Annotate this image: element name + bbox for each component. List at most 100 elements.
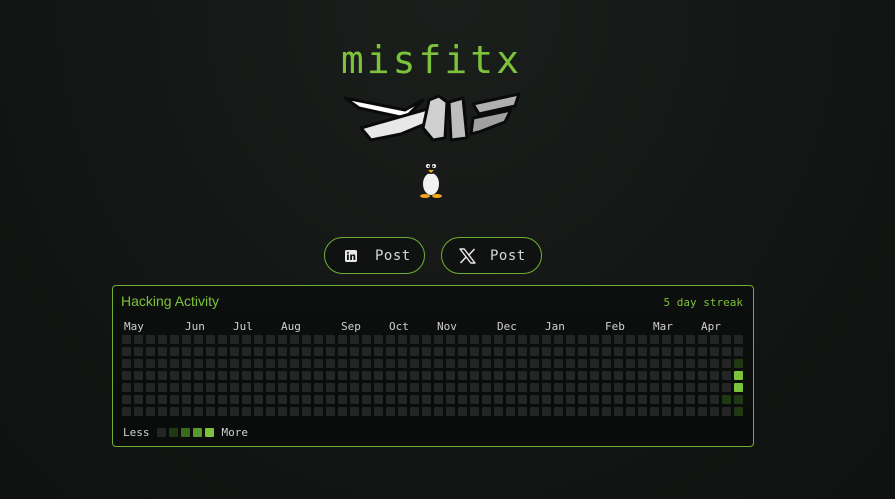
- activity-cell: [446, 359, 455, 368]
- activity-cell: [518, 347, 527, 356]
- activity-cell: [278, 335, 287, 344]
- activity-cell: [122, 383, 131, 392]
- activity-cell: [458, 371, 467, 380]
- activity-cell: [134, 407, 143, 416]
- activity-cell: [470, 371, 479, 380]
- activity-cell: [590, 407, 599, 416]
- activity-cell: [254, 347, 263, 356]
- activity-cell: [254, 371, 263, 380]
- activity-cell: [566, 383, 575, 392]
- activity-cell: [578, 383, 587, 392]
- legend-swatch: [156, 428, 166, 437]
- activity-cell: [290, 407, 299, 416]
- activity-cell: [578, 407, 587, 416]
- activity-cell: [374, 335, 383, 344]
- activity-cell: [566, 335, 575, 344]
- streak-counter: 5 day streak: [663, 296, 743, 309]
- month-label: Aug: [281, 320, 301, 333]
- activity-cell: [602, 359, 611, 368]
- activity-cell: [350, 395, 359, 404]
- activity-cell: [158, 359, 167, 368]
- activity-cell: [554, 407, 563, 416]
- activity-cell: [710, 383, 719, 392]
- month-label: Apr: [701, 320, 721, 333]
- activity-cell: [266, 335, 275, 344]
- activity-cell: [446, 407, 455, 416]
- activity-cell: [362, 335, 371, 344]
- activity-cell: [434, 371, 443, 380]
- activity-cell: [650, 347, 659, 356]
- activity-cell: [482, 335, 491, 344]
- activity-cell: [170, 395, 179, 404]
- activity-cell: [398, 335, 407, 344]
- activity-cell: [158, 383, 167, 392]
- activity-cell: [386, 359, 395, 368]
- activity-cell: [410, 383, 419, 392]
- activity-cell: [278, 395, 287, 404]
- activity-cell: [146, 335, 155, 344]
- activity-cell: [590, 359, 599, 368]
- activity-cell: [602, 395, 611, 404]
- activity-cell: [494, 359, 503, 368]
- activity-cell: [290, 335, 299, 344]
- activity-cell: [590, 371, 599, 380]
- activity-cell: [614, 383, 623, 392]
- activity-legend: Less More: [123, 426, 248, 439]
- activity-cell: [362, 347, 371, 356]
- activity-cell: [302, 359, 311, 368]
- activity-cell: [122, 407, 131, 416]
- activity-cell: [458, 407, 467, 416]
- activity-cell: [506, 383, 515, 392]
- activity-cell: [182, 335, 191, 344]
- linkedin-post-button[interactable]: Post: [324, 237, 425, 274]
- activity-cell: [542, 407, 551, 416]
- activity-cell: [542, 395, 551, 404]
- activity-cell: [650, 395, 659, 404]
- activity-cell: [458, 359, 467, 368]
- activity-cell: [734, 371, 743, 380]
- activity-cell: [290, 347, 299, 356]
- activity-cell: [194, 335, 203, 344]
- activity-cell: [218, 395, 227, 404]
- activity-cell: [566, 347, 575, 356]
- activity-cell: [530, 395, 539, 404]
- activity-cell: [410, 371, 419, 380]
- legend-swatch: [168, 428, 178, 437]
- activity-cell: [122, 371, 131, 380]
- month-label: Jun: [185, 320, 205, 333]
- activity-cell: [314, 371, 323, 380]
- activity-cell: [362, 395, 371, 404]
- activity-cell: [686, 395, 695, 404]
- activity-cell: [626, 383, 635, 392]
- activity-cell: [662, 407, 671, 416]
- activity-cell: [182, 395, 191, 404]
- activity-cell: [266, 395, 275, 404]
- activity-cell: [146, 383, 155, 392]
- activity-cell: [146, 407, 155, 416]
- activity-cell: [506, 407, 515, 416]
- activity-cell: [122, 335, 131, 344]
- activity-cell: [530, 407, 539, 416]
- activity-cell: [254, 359, 263, 368]
- activity-cell: [170, 371, 179, 380]
- activity-cell: [362, 407, 371, 416]
- activity-cell: [134, 383, 143, 392]
- activity-cell: [410, 335, 419, 344]
- x-post-button[interactable]: Post: [441, 237, 542, 274]
- activity-cell: [686, 407, 695, 416]
- activity-cell: [506, 395, 515, 404]
- activity-cell: [398, 371, 407, 380]
- activity-cell: [458, 383, 467, 392]
- activity-cell: [134, 347, 143, 356]
- activity-cell: [518, 359, 527, 368]
- activity-cell: [338, 347, 347, 356]
- activity-cell: [494, 335, 503, 344]
- activity-cell: [650, 407, 659, 416]
- activity-cell: [218, 359, 227, 368]
- activity-cell: [278, 347, 287, 356]
- activity-cell: [122, 347, 131, 356]
- activity-cell: [254, 335, 263, 344]
- activity-cell: [590, 335, 599, 344]
- activity-cell: [458, 395, 467, 404]
- activity-cell: [470, 347, 479, 356]
